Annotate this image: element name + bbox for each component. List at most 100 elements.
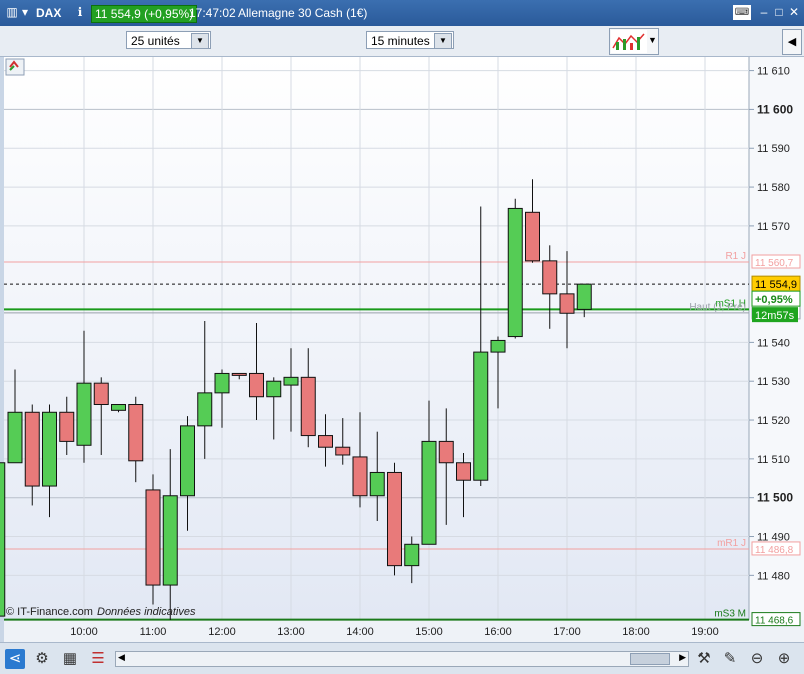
zoom-out-icon[interactable]: ⊖ <box>747 649 767 669</box>
candle-body <box>128 404 144 462</box>
candle-body <box>111 404 126 411</box>
candle-body <box>7 411 23 464</box>
candle-body <box>542 260 558 295</box>
x-tick-label: 13:00 <box>277 626 305 638</box>
chart-window-icon[interactable]: ▥ <box>4 5 20 20</box>
x-tick-label: 11:00 <box>140 626 167 638</box>
units-select-value: 25 unités <box>131 34 180 48</box>
dropdown-arrow-icon[interactable]: ▾ <box>20 5 30 20</box>
chevron-down-icon[interactable]: ▼ <box>191 33 209 49</box>
zoom-in-icon[interactable]: ⊕ <box>774 649 794 669</box>
level-label: mS3 M <box>714 609 746 620</box>
candle-body <box>525 211 540 262</box>
candle-body <box>387 471 402 567</box>
candle-body <box>559 293 575 314</box>
minimize-icon[interactable]: – <box>756 5 772 20</box>
y-tick-label: 11 540 <box>757 337 790 349</box>
clock-time: 17:47:02 <box>189 6 236 20</box>
level-value: 11 486,8 <box>755 545 794 556</box>
chevron-down-icon[interactable]: ▼ <box>648 35 657 45</box>
countdown-value: 12m57s <box>755 310 795 322</box>
candle-body <box>145 489 161 586</box>
close-icon[interactable]: ✕ <box>786 5 802 20</box>
scrollbar-thumb[interactable] <box>630 653 670 665</box>
scroll-left-icon[interactable]: ◀ <box>118 652 125 663</box>
candle-body <box>318 435 333 448</box>
candle-body <box>507 207 523 338</box>
candle-body <box>76 382 92 446</box>
y-tick-label: 11 570 <box>757 221 790 233</box>
side-panel-toggle-icon[interactable]: ◀ <box>782 29 802 55</box>
pin-icon[interactable]: ✎ <box>720 649 740 669</box>
y-tick-label: 11 590 <box>757 143 790 155</box>
watermark-brand: © IT-Finance.com <box>6 606 93 618</box>
x-tick-label: 16:00 <box>484 626 512 638</box>
x-tick-label: 14:00 <box>346 626 374 638</box>
candle-body <box>42 411 57 487</box>
level-label: R1 J <box>725 251 746 262</box>
refresh-icon[interactable] <box>5 58 25 76</box>
x-tick-label: 12:00 <box>208 626 236 638</box>
chart-settings-icon[interactable]: ⚒ <box>694 649 714 669</box>
info-icon[interactable]: ℹ <box>72 5 88 20</box>
chart-type-icon <box>611 30 647 53</box>
bar-chart-icon[interactable]: ☰ <box>88 649 108 669</box>
price-chart[interactable]: 11 610 11 600 11 590 11 580 11 570 11 540 11 5… <box>0 57 804 642</box>
candle-body <box>576 283 592 310</box>
candle-body <box>369 471 385 497</box>
keyboard-icon[interactable]: ⌨ <box>733 5 751 20</box>
calculator-icon[interactable]: ▦ <box>60 649 80 669</box>
price-change-badge: 11 554,9 (+0,95%) <box>91 5 198 23</box>
chevron-down-icon[interactable]: ▼ <box>434 33 452 49</box>
scroll-right-icon[interactable]: ▶ <box>679 652 686 663</box>
indicator-icon[interactable]: ⚙ <box>32 649 52 669</box>
candle-body <box>231 372 247 376</box>
y-tick-label: 11 510 <box>757 454 790 466</box>
change-value: +0,95% <box>755 294 793 306</box>
level-label: mR1 J <box>717 538 746 549</box>
candle-body <box>214 372 230 394</box>
candle-body <box>404 543 420 567</box>
candle-body <box>421 440 437 545</box>
candle-body <box>180 425 195 497</box>
candle-body <box>162 495 178 586</box>
y-tick-label: 11 500 <box>757 491 793 505</box>
x-tick-label: 18:00 <box>622 626 650 638</box>
units-select[interactable]: 25 unités ▼ <box>126 31 211 49</box>
candle-body <box>438 440 454 464</box>
bottom-toolbar: ⋖ ⚙ ▦ ☰ ◀ ▶ ⚒ ✎ ⊖ ⊕ <box>0 642 804 674</box>
y-tick-label: 11 610 <box>757 66 790 78</box>
candle-body <box>456 462 471 481</box>
candle-body <box>197 392 213 427</box>
chart-toolbar: 25 unités ▼ 15 minutes ▼ ▼ ◀ <box>0 26 804 57</box>
time-axis-background <box>4 620 804 642</box>
interval-select[interactable]: 15 minutes ▼ <box>366 31 454 49</box>
candle-body <box>283 376 299 386</box>
title-bar: ▥ ▾ DAX ℹ 11 554,9 (+0,95%) 17:47:02 All… <box>0 0 804 26</box>
x-tick-label: 17:00 <box>553 626 581 638</box>
y-tick-label: 11 520 <box>757 415 790 427</box>
x-tick-label: 10:00 <box>70 626 98 638</box>
maximize-icon[interactable]: □ <box>771 5 787 20</box>
plot-background <box>4 57 749 620</box>
candle-body <box>335 446 351 456</box>
candle-body <box>300 376 316 437</box>
y-tick-label: 11 600 <box>757 102 793 116</box>
chart-type-button[interactable]: ▼ <box>609 28 659 55</box>
watermark-note: Données indicatives <box>97 606 196 618</box>
level-label: Haut (J, Pré) <box>689 302 746 313</box>
share-icon[interactable]: ⋖ <box>5 649 25 669</box>
instrument-name: DAX <box>36 6 62 20</box>
x-tick-label: 19:00 <box>691 626 719 638</box>
candle-body <box>93 382 109 406</box>
level-value: 11 468,6 <box>755 616 794 627</box>
level-value: 11 560,7 <box>755 258 794 269</box>
time-scrollbar[interactable]: ◀ ▶ <box>115 651 689 667</box>
candle-body <box>473 351 489 481</box>
candle-body <box>249 372 264 398</box>
candle-body <box>24 411 40 487</box>
candle-body <box>352 456 368 497</box>
y-tick-label: 11 480 <box>757 570 790 582</box>
y-tick-label: 11 580 <box>757 182 790 194</box>
y-tick-label: 11 530 <box>757 376 790 388</box>
